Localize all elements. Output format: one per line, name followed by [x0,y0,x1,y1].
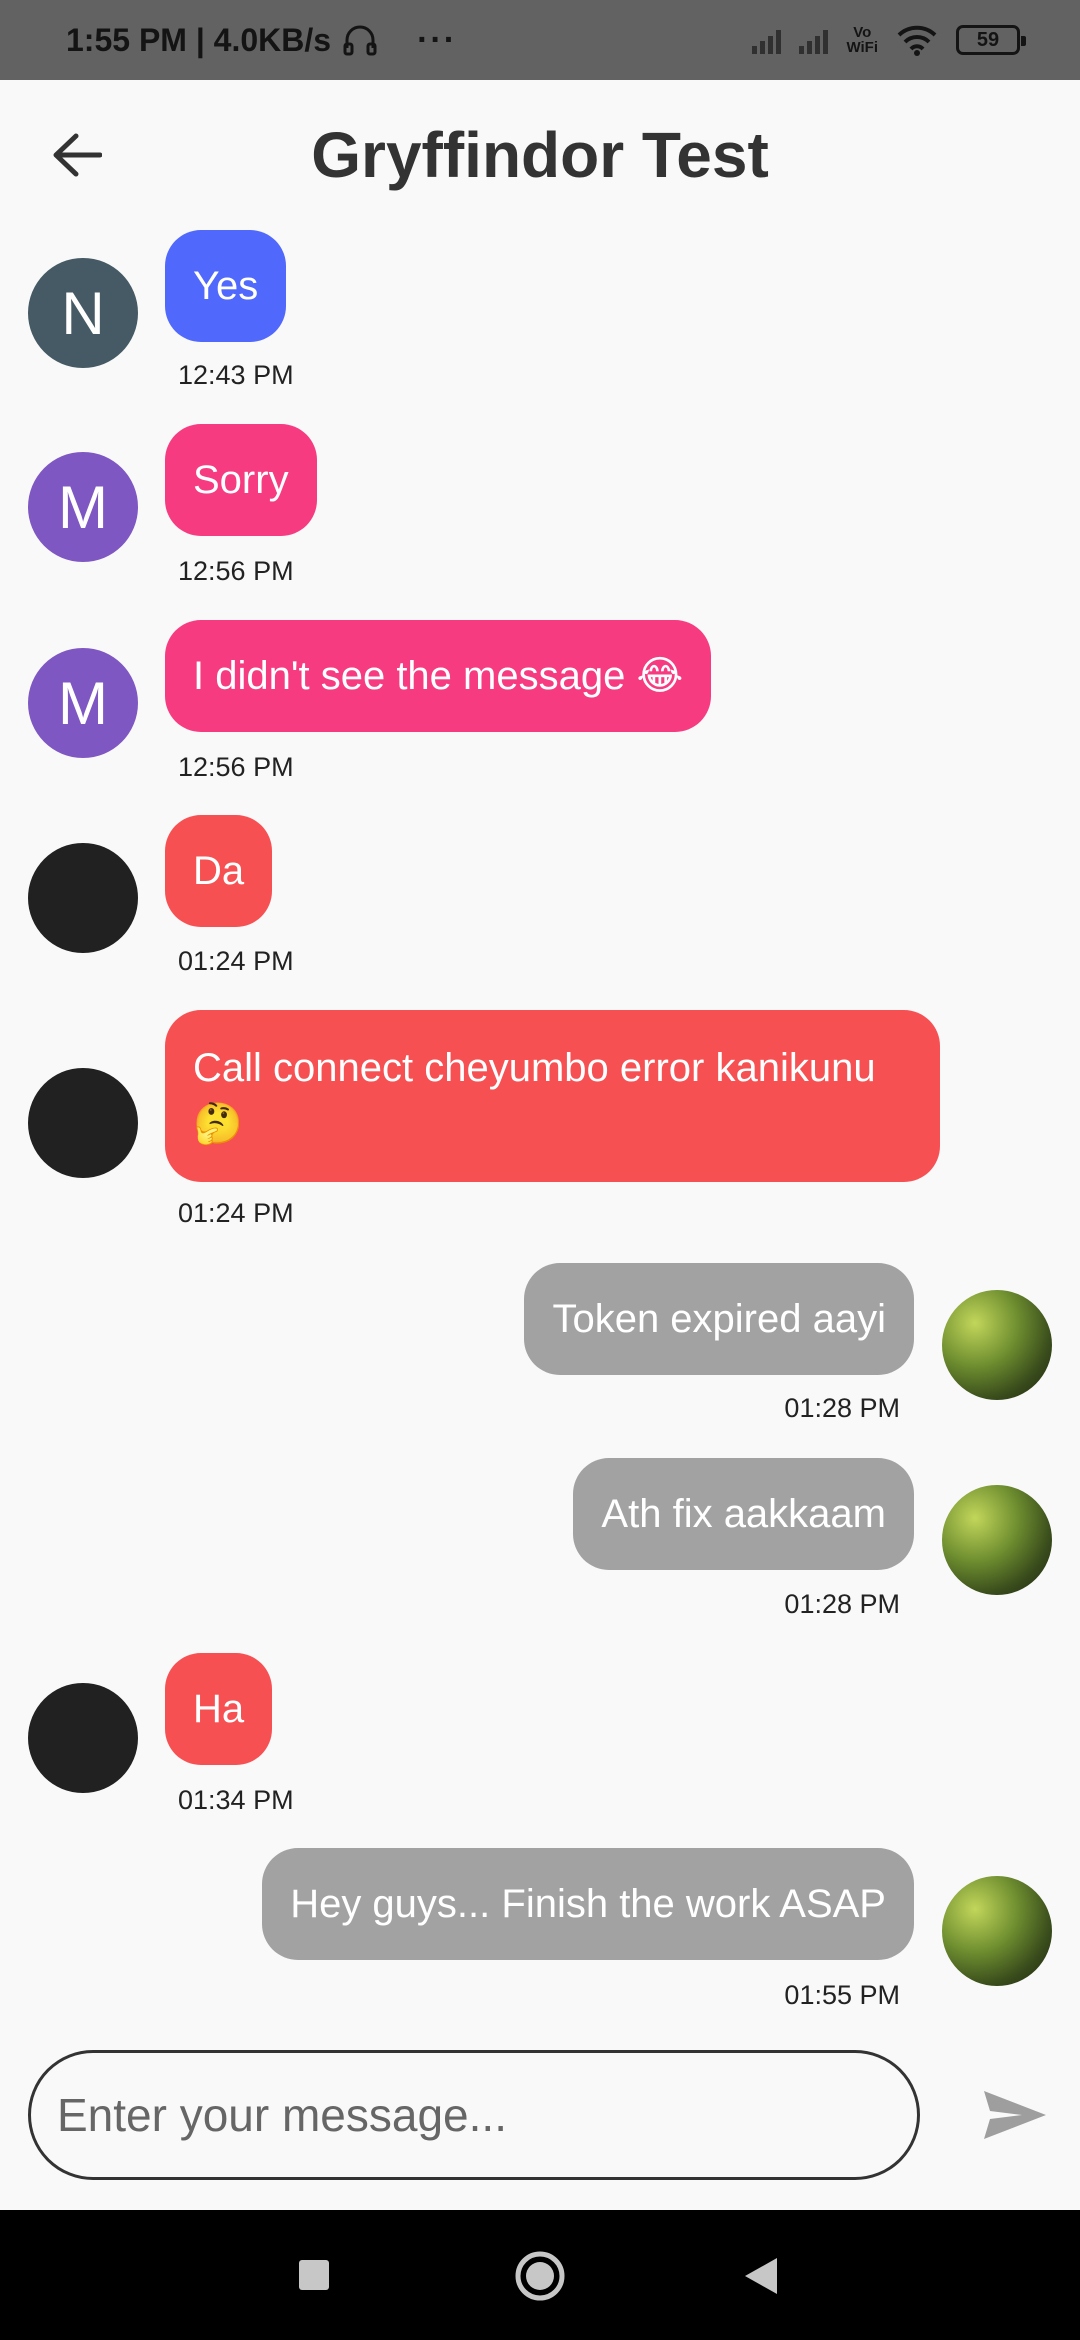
message-time: 01:28 PM [784,1589,900,1619]
system-nav-bar [0,2210,1080,2340]
avatar-letter: M [58,473,108,541]
avatar[interactable] [28,843,138,953]
message-input[interactable] [57,2088,917,2142]
vowifi-bottom: WiFi [846,39,878,56]
avatar[interactable] [28,1068,138,1178]
message-text: Da [193,848,245,893]
avatar[interactable]: M [28,452,138,562]
vowifi-indicator: Vo WiFi [846,25,878,55]
wifi-icon [897,25,937,56]
message-text: Ha [193,1686,245,1731]
message-text: Sorry [193,457,289,502]
message-bubble[interactable]: Da [165,815,273,927]
vowifi-top: Vo [853,24,872,41]
more-dots: ··· [417,20,458,59]
message-bubble[interactable]: Hey guys... Finish the work ASAP [262,1848,914,1960]
message-bubble[interactable]: Ha [165,1653,273,1765]
chat-header: Gryffindor Test [0,80,1080,230]
message-bubble[interactable]: Call connect cheyumbo error kanikunu🤔 [165,1010,940,1182]
message-text: Ath fix aakkaam [601,1491,886,1536]
message-time: 01:28 PM [784,1393,900,1423]
avatar[interactable]: N [28,258,138,368]
back-arrow-icon [53,133,102,177]
back-button[interactable] [44,122,110,188]
message-time: 01:55 PM [784,1980,900,2010]
message-bubble[interactable]: I didn't see the message 😂 [165,620,712,732]
avatar[interactable] [28,1683,138,1793]
avatar-letter: M [58,669,108,737]
message-bubble[interactable]: Yes [165,230,287,342]
self-avatar[interactable] [942,1485,1052,1595]
message-time: 01:24 PM [178,946,294,976]
message-text: Token expired aayi [552,1296,886,1341]
self-avatar[interactable] [942,1876,1052,1986]
self-avatar[interactable] [942,1290,1052,1400]
message-input-wrapper [28,2050,920,2180]
chat-title: Gryffindor Test [311,119,769,191]
message-bubble[interactable]: Sorry [165,424,317,536]
status-bar: 1:55 PM | 4.0KB/s ··· Vo WiFi 59 [0,0,1080,80]
home-nav-icon[interactable] [514,2250,566,2302]
battery-indicator: 59 [956,25,1026,55]
message-bubble[interactable]: Ath fix aakkaam [573,1458,914,1570]
battery-level: 59 [976,28,1000,51]
message-time: 12:56 PM [178,752,294,782]
headphones-icon [343,25,377,56]
message-bubble[interactable]: Token expired aayi [524,1263,914,1375]
message-text: Yes [193,263,259,308]
avatar[interactable]: M [28,648,138,758]
message-text: I didn't see the message 😂 [193,654,684,698]
message-time: 01:24 PM [178,1198,294,1228]
signal-icon-2 [799,26,829,54]
signal-icon [752,26,782,54]
message-time: 12:56 PM [178,556,294,586]
message-time: 12:43 PM [178,360,294,390]
avatar-letter: N [61,279,105,347]
back-nav-icon[interactable] [743,2256,779,2296]
square-nav-icon[interactable] [297,2258,331,2292]
send-icon[interactable] [980,2085,1050,2145]
message-text: Hey guys... Finish the work ASAP [290,1881,886,1926]
message-time: 01:34 PM [178,1785,294,1815]
message-text: Call connect cheyumbo error kanikunu🤔 [193,1046,876,1146]
status-time: 1:55 PM | 4.0KB/s [66,21,332,58]
